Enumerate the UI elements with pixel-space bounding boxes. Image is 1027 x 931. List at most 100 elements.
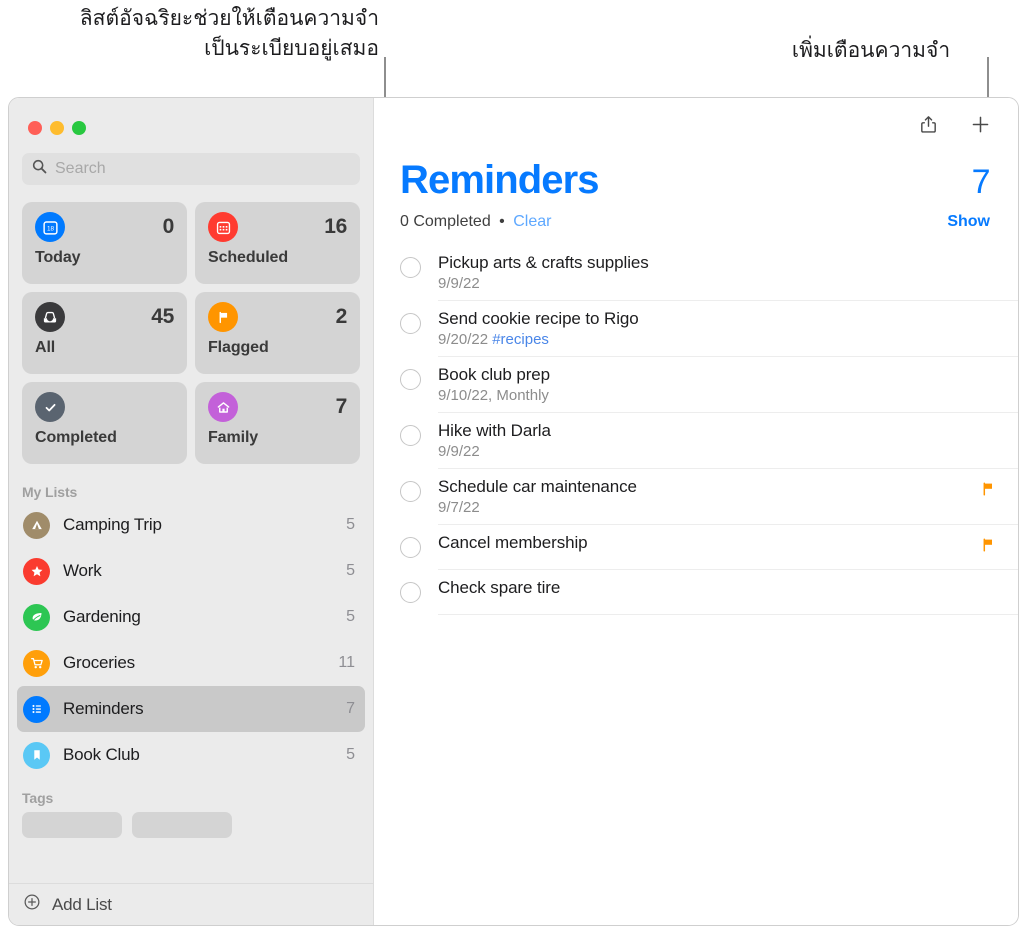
smart-list-flagged[interactable]: 2 Flagged (195, 292, 360, 374)
reminder-checkbox[interactable] (400, 313, 421, 334)
list-bullet-icon (23, 695, 50, 723)
reminder-row[interactable]: Cancel membership (374, 525, 1018, 570)
reminder-checkbox[interactable] (400, 369, 421, 390)
callout-text-add-reminder: เพิ่มเตือนความจำ (791, 38, 951, 62)
smart-list-family[interactable]: 7 Family (195, 382, 360, 464)
sidebar-item-camping-trip[interactable]: Camping Trip 5 (17, 502, 365, 548)
reminder-list-pane: Reminders 7 0 Completed • Clear Show Pic… (374, 98, 1018, 925)
reminder-title: Hike with Darla (438, 421, 551, 440)
reminder-tag[interactable]: #recipes (492, 331, 549, 348)
my-lists: Camping Trip 5 Work 5 Gardening 5 Grocer… (17, 502, 365, 778)
sidebar-item-label: Work (63, 561, 102, 580)
content-toolbar (374, 98, 1018, 156)
sidebar-item-work[interactable]: Work 5 (17, 548, 365, 594)
leaf-icon (23, 603, 50, 631)
flag-icon (980, 481, 996, 497)
share-button[interactable] (915, 114, 941, 140)
reminder-subtitle: 9/9/22 (438, 443, 980, 460)
sidebar-item-reminders[interactable]: Reminders 7 (17, 686, 365, 732)
cart-icon (23, 649, 50, 677)
zoom-button[interactable] (72, 121, 86, 135)
sidebar-item-count: 5 (346, 516, 355, 533)
page-title: Reminders (400, 158, 600, 202)
reminder-date: 9/20/22 (438, 331, 489, 348)
sidebar-item-label: Groceries (63, 653, 135, 672)
bookmark-icon (23, 741, 50, 769)
reminder-subtitle: 9/10/22, Monthly (438, 387, 980, 404)
reminder-checkbox[interactable] (400, 582, 421, 603)
add-list-label: Add List (52, 894, 112, 914)
reminder-row[interactable]: Pickup arts & crafts supplies 9/9/22 (374, 245, 1018, 301)
sidebar-item-label: Reminders (63, 699, 144, 718)
clear-completed-link[interactable]: Clear (513, 213, 551, 230)
reminder-extra: , Monthly (488, 387, 549, 404)
smart-list-label: Flagged (208, 339, 269, 356)
minimize-button[interactable] (50, 121, 64, 135)
smart-list-count: 7 (335, 395, 348, 418)
reminder-checkbox[interactable] (400, 537, 421, 558)
reminder-checkbox[interactable] (400, 257, 421, 278)
flag-icon (208, 302, 238, 332)
reminder-date: 9/10/22 (438, 387, 489, 404)
smart-list-scheduled[interactable]: 16 Scheduled (195, 202, 360, 284)
add-reminder-button[interactable] (967, 114, 993, 140)
calendar-day-icon: 18 (35, 212, 65, 242)
calendar-icon (208, 212, 238, 242)
reminder-title: Cancel membership (438, 533, 588, 552)
reminder-checkbox[interactable] (400, 425, 421, 446)
reminder-date: 9/9/22 (438, 275, 480, 292)
smart-list-label: Today (35, 249, 81, 266)
close-button[interactable] (28, 121, 42, 135)
tag-chip[interactable] (132, 812, 232, 838)
smart-list-label: Scheduled (208, 249, 289, 266)
meta-separator: • (499, 213, 505, 230)
tag-chips (22, 812, 360, 838)
reminder-title: Send cookie recipe to Rigo (438, 309, 639, 328)
sidebar-item-book-club[interactable]: Book Club 5 (17, 732, 365, 778)
my-lists-header: My Lists (22, 484, 78, 500)
add-list-button[interactable]: Add List (9, 883, 373, 925)
tent-icon (23, 511, 50, 539)
reminder-row[interactable]: Send cookie recipe to Rigo 9/20/22 #reci… (374, 301, 1018, 357)
search-placeholder: Search (55, 160, 106, 177)
sidebar-item-label: Gardening (63, 607, 141, 626)
smart-list-label: Completed (35, 429, 117, 446)
smart-lists-grid: 18 0 Today 16 Scheduled 45 All 2 Flagged… (22, 202, 360, 464)
sidebar-item-count: 5 (346, 608, 355, 625)
smart-list-all[interactable]: 45 All (22, 292, 187, 374)
smart-list-label: Family (208, 429, 259, 446)
reminder-subtitle: 9/9/22 (438, 275, 980, 292)
reminder-row[interactable]: Book club prep 9/10/22, Monthly (374, 357, 1018, 413)
reminder-checkbox[interactable] (400, 481, 421, 502)
sidebar-item-count: 5 (346, 746, 355, 763)
reminder-subtitle: 9/7/22 (438, 499, 980, 516)
share-icon (918, 114, 939, 140)
sidebar: Search 18 0 Today 16 Scheduled 45 All 2 … (9, 98, 374, 925)
sidebar-item-label: Camping Trip (63, 515, 162, 534)
reminder-count-total: 7 (971, 163, 991, 201)
sidebar-item-gardening[interactable]: Gardening 5 (17, 594, 365, 640)
show-completed-link[interactable]: Show (947, 213, 990, 231)
flag-icon (980, 537, 996, 553)
sidebar-item-count: 11 (338, 654, 355, 671)
reminder-row[interactable]: Check spare tire (374, 570, 1018, 615)
search-input[interactable]: Search (22, 153, 360, 185)
reminder-title: Pickup arts & crafts supplies (438, 253, 649, 272)
plus-icon (970, 114, 991, 140)
tags-header: Tags (22, 790, 54, 806)
svg-text:18: 18 (46, 225, 54, 232)
reminder-row[interactable]: Hike with Darla 9/9/22 (374, 413, 1018, 469)
list-header: Reminders 7 (374, 158, 1018, 203)
list-meta-row: 0 Completed • Clear Show (374, 213, 1018, 231)
inbox-tray-icon (35, 302, 65, 332)
reminder-row[interactable]: Schedule car maintenance 9/7/22 (374, 469, 1018, 525)
reminder-title: Check spare tire (438, 578, 561, 597)
sidebar-item-groceries[interactable]: Groceries 11 (17, 640, 365, 686)
sidebar-item-label: Book Club (63, 745, 140, 764)
smart-list-today[interactable]: 18 0 Today (22, 202, 187, 284)
smart-list-completed[interactable]: Completed (22, 382, 187, 464)
tag-chip[interactable] (22, 812, 122, 838)
reminder-title: Schedule car maintenance (438, 477, 637, 496)
callout-text-smart-lists: ลิสต์อัจฉริยะช่วยให้เตือนความจำ เป็นระเบ… (79, 6, 379, 60)
smart-list-count: 2 (335, 305, 348, 328)
